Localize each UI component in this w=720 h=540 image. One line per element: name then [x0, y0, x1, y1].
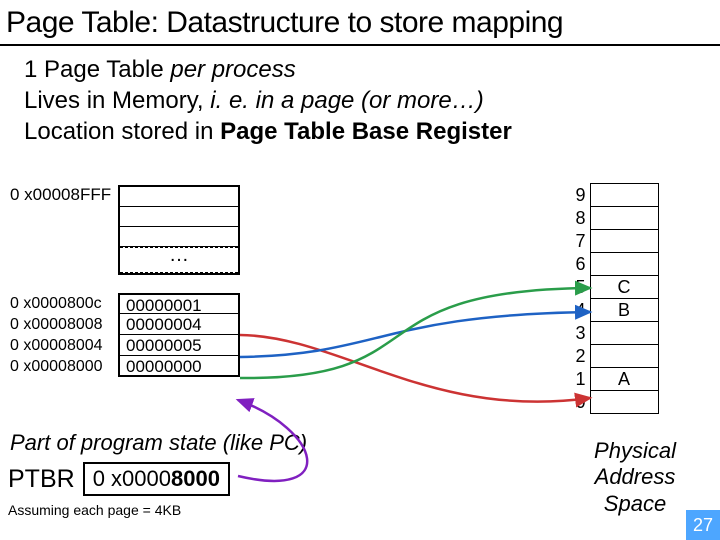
bullet-2: Lives in Memory, i. e. in a page (or mor…: [24, 85, 714, 116]
phys-page-num: 5: [568, 276, 590, 299]
pt-upper-rows: …: [118, 185, 240, 275]
phys-page-num: 8: [568, 207, 590, 230]
slide-number-badge: 27: [686, 510, 720, 540]
phys-page-num: 2: [568, 345, 590, 368]
ptbr-value-prefix: 0 x0000: [93, 466, 171, 491]
phys-page-cell: [590, 391, 658, 414]
phys-page-num: 0: [568, 391, 590, 414]
ptbr-box: 0 x00008000: [83, 462, 230, 496]
bullet-2a: Lives in Memory,: [24, 87, 210, 114]
bullet-3: Location stored in Page Table Base Regis…: [24, 116, 714, 147]
phys-page-num: 7: [568, 230, 590, 253]
arrow-to-a: [240, 335, 590, 402]
pt-entry: 0 x0000800c 00000001: [10, 293, 260, 314]
pt-entry-val: 00000000: [118, 356, 240, 377]
pt-entry-val: 00000004: [118, 314, 240, 335]
pt-top-address: 0 x00008FFF: [10, 185, 118, 205]
phys-page-cell: [590, 184, 658, 207]
phys-page-cell: [590, 207, 658, 230]
bullet-2b: i. e. in a page (or more…): [210, 87, 483, 114]
ptbr-label: PTBR: [8, 465, 75, 494]
pt-entry-addr: 0 x00008008: [10, 316, 118, 334]
phys-page-cell: [590, 345, 658, 368]
state-caption: Part of program state (like PC): [10, 430, 307, 456]
assumption-note: Assuming each page = 4KB: [8, 502, 181, 518]
arrow-to-b: [240, 312, 590, 357]
pt-entry: 0 x00008004 00000005: [10, 335, 260, 356]
pt-entry: 0 x00008000 00000000: [10, 356, 260, 377]
pt-entry-val: 00000001: [118, 293, 240, 314]
bullet-1b: per process: [170, 56, 295, 83]
ptbr-value-suffix: 8000: [171, 466, 220, 491]
pt-entry-addr: 0 x00008000: [10, 358, 118, 376]
slide-title: Page Table: Datastructure to store mappi…: [0, 0, 720, 46]
phys-page-cell: [590, 322, 658, 345]
phys-page-cell: [590, 253, 658, 276]
pt-entry-val: 00000005: [118, 335, 240, 356]
phys-page-cell: [590, 230, 658, 253]
phys-page-num: 4: [568, 299, 590, 322]
phys-page-cell: B: [590, 299, 658, 322]
pt-entry-addr: 0 x00008004: [10, 337, 118, 355]
bullet-1a: 1 Page Table: [24, 56, 170, 83]
bullet-3a: Location stored in: [24, 118, 220, 145]
phys-page-num: 9: [568, 184, 590, 207]
pt-entries: 0 x0000800c 00000001 0 x00008008 0000000…: [10, 293, 260, 377]
arrow-to-c: [240, 288, 590, 378]
pt-entry: 0 x00008008 00000004: [10, 314, 260, 335]
bullet-3b: Page Table Base Register: [220, 118, 512, 145]
phys-page-num: 3: [568, 322, 590, 345]
phys-page-cell: C: [590, 276, 658, 299]
pt-dots: …: [120, 247, 238, 273]
ptbr-row: PTBR 0 x00008000: [8, 462, 230, 496]
pt-entry-addr: 0 x0000800c: [10, 295, 118, 313]
phys-page-num: 1: [568, 368, 590, 391]
physical-caption: Physical Address Space: [570, 438, 700, 517]
phys-page-num: 6: [568, 253, 590, 276]
physical-memory-table: 9 8 7 6 5C 4B 3 2 1A 0: [568, 183, 659, 414]
bullet-list: 1 Page Table per process Lives in Memory…: [0, 46, 720, 148]
page-table-diagram: 0 x00008FFF … 0 x0000800c 00000001 0 x00…: [10, 185, 260, 377]
phys-page-cell: A: [590, 368, 658, 391]
physical-memory-diagram: 9 8 7 6 5C 4B 3 2 1A 0: [568, 183, 659, 414]
bullet-1: 1 Page Table per process: [24, 54, 714, 85]
